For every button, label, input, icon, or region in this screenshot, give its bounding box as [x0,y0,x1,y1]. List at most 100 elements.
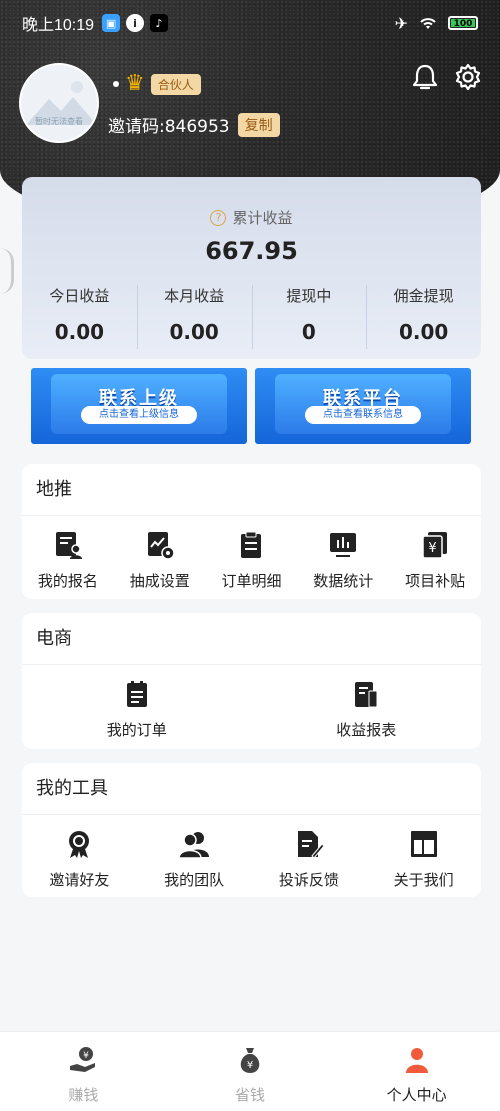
banner-subtitle: 点击查看联系信息 [305,406,421,424]
earnings-card: ? 累计收益 667.95 今日收益 0.00 本月收益 0.00 提现中 0 … [22,177,481,359]
role-badge: 合伙人 [150,73,201,95]
earnings-title-row: ? 累计收益 [22,207,481,228]
stat-month[interactable]: 本月收益 0.00 [136,285,252,349]
stat-today[interactable]: 今日收益 0.00 [22,285,137,344]
stat-value: 0 [301,320,316,344]
tools-grid: 邀请好友 我的团队 投诉反馈 关于我们 [22,815,481,890]
avatar-caption: 暂时无法查看 [35,117,83,126]
banner-panel: 联系平台 点击查看联系信息 [275,374,451,434]
stat-label: 今日收益 [49,287,110,305]
menu-data-stats[interactable]: 数据统计 [297,526,389,591]
nav-label: 赚钱 [68,1086,99,1104]
layout-icon [410,831,437,857]
chart-gear-icon [147,532,175,560]
order-icon [126,681,147,707]
stat-label: 本月收益 [164,287,225,305]
crown-icon: ♛ [125,71,145,96]
contact-superior-banner[interactable]: 联系上级 点击查看上级信息 [31,368,247,444]
menu-label: 我的报名 [37,572,98,590]
stat-withdrawing[interactable]: 提现中 0 [251,285,367,349]
menu-label: 投诉反馈 [278,871,339,889]
status-bar: 晚上10:19 ▣ i ♪ ✈ 100 [22,10,478,36]
wifi-icon [420,18,436,29]
username-dot [113,81,119,87]
earnings-title: 累计收益 [232,209,293,227]
menu-label: 我的团队 [164,871,225,889]
tiktok-icon: ♪ [150,14,169,32]
clipboard-icon [241,531,262,558]
battery-icon: 100 [448,16,478,30]
banner-panel: 联系上级 点击查看上级信息 [51,374,227,434]
user-name-line: ♛ 合伙人 [113,73,201,95]
stat-value: 0.00 [54,320,105,344]
menu-label: 收益报表 [336,721,397,739]
section-ditui: 地推 我的报名 抽成设置 订单明细 数据统计 ¥ 项目补贴 [22,464,481,599]
report-icon [355,682,378,708]
money-bag-icon: ¥ [240,1048,260,1073]
award-icon [69,831,90,858]
bell-icon[interactable] [410,62,440,92]
nav-label: 个人中心 [386,1086,447,1104]
stat-label: 提现中 [286,287,332,305]
contact-platform-banner[interactable]: 联系平台 点击查看联系信息 [255,368,471,444]
menu-label: 我的订单 [106,721,167,739]
tab-earn[interactable]: ¥ 赚钱 [0,1032,167,1111]
status-time: 晚上10:19 [22,17,95,34]
section-dianshang: 电商 我的订单 收益报表 [22,613,481,749]
invite-code: 邀请码:846953 [108,117,230,137]
feedback-icon [297,831,325,859]
monitor-chart-icon [330,533,357,557]
status-app-icons: ▣ i ♪ [102,14,169,32]
menu-label: 项目补贴 [405,572,466,590]
gear-icon[interactable] [453,62,483,92]
menu-label: 抽成设置 [129,572,190,590]
svg-text:¥: ¥ [83,1051,89,1061]
banner-subtitle: 点击查看上级信息 [81,406,197,424]
menu-label: 数据统计 [313,572,374,590]
status-system-icons: ✈ 100 [395,14,478,33]
menu-label: 邀请好友 [49,871,110,889]
section-title: 电商 [22,613,481,665]
stat-label: 佣金提现 [393,287,454,305]
menu-my-team[interactable]: 我的团队 [137,825,252,890]
invite-code-row: 邀请码:846953 复制 [108,112,280,137]
menu-project-subsidy[interactable]: ¥ 项目补贴 [389,526,481,591]
info-icon: i [126,14,145,32]
menu-invite-friends[interactable]: 邀请好友 [22,825,137,890]
svg-text:¥: ¥ [247,1060,253,1071]
earnings-total: 667.95 [205,237,298,265]
menu-label: 关于我们 [393,871,454,889]
section-title: 地推 [22,464,481,516]
menu-about-us[interactable]: 关于我们 [366,825,481,890]
section-my-tools: 我的工具 邀请好友 我的团队 投诉反馈 关于我们 [22,763,481,897]
menu-earnings-report[interactable]: 收益报表 [252,675,482,740]
menu-my-orders[interactable]: 我的订单 [22,675,252,740]
tab-save[interactable]: ¥ 省钱 [167,1032,334,1111]
stat-value: 0.00 [398,320,449,344]
message-app-icon: ▣ [102,14,121,32]
menu-complaint-feedback[interactable]: 投诉反馈 [252,825,367,890]
help-icon[interactable]: ? [210,209,227,226]
yuan-doc-icon: ¥ [422,532,448,559]
side-drawer-handle[interactable] [0,248,14,294]
menu-order-details[interactable]: 订单明细 [206,526,298,591]
copy-button[interactable]: 复制 [237,112,280,137]
stat-commission-withdraw[interactable]: 佣金提现 0.00 [366,285,481,349]
earn-money-icon: ¥ [70,1047,96,1072]
dianshang-grid: 我的订单 收益报表 [22,665,481,740]
menu-commission-settings[interactable]: 抽成设置 [114,526,206,591]
menu-my-signup[interactable]: 我的报名 [22,526,114,591]
section-title: 我的工具 [22,763,481,815]
svg-text:¥: ¥ [428,541,436,556]
earnings-stats: 今日收益 0.00 本月收益 0.00 提现中 0 佣金提现 0.00 [22,285,481,349]
doc-person-icon [55,532,82,559]
team-icon [178,832,210,859]
nav-label: 省钱 [235,1086,266,1104]
avatar[interactable]: 暂时无法查看 [19,63,99,143]
tab-personal-center[interactable]: 个人中心 [333,1032,500,1111]
bottom-nav: ¥ 赚钱 ¥ 省钱 个人中心 [0,1031,500,1111]
stat-value: 0.00 [169,320,219,344]
airplane-icon: ✈ [394,13,408,33]
person-icon [405,1048,428,1073]
ditui-grid: 我的报名 抽成设置 订单明细 数据统计 ¥ 项目补贴 [22,516,481,591]
